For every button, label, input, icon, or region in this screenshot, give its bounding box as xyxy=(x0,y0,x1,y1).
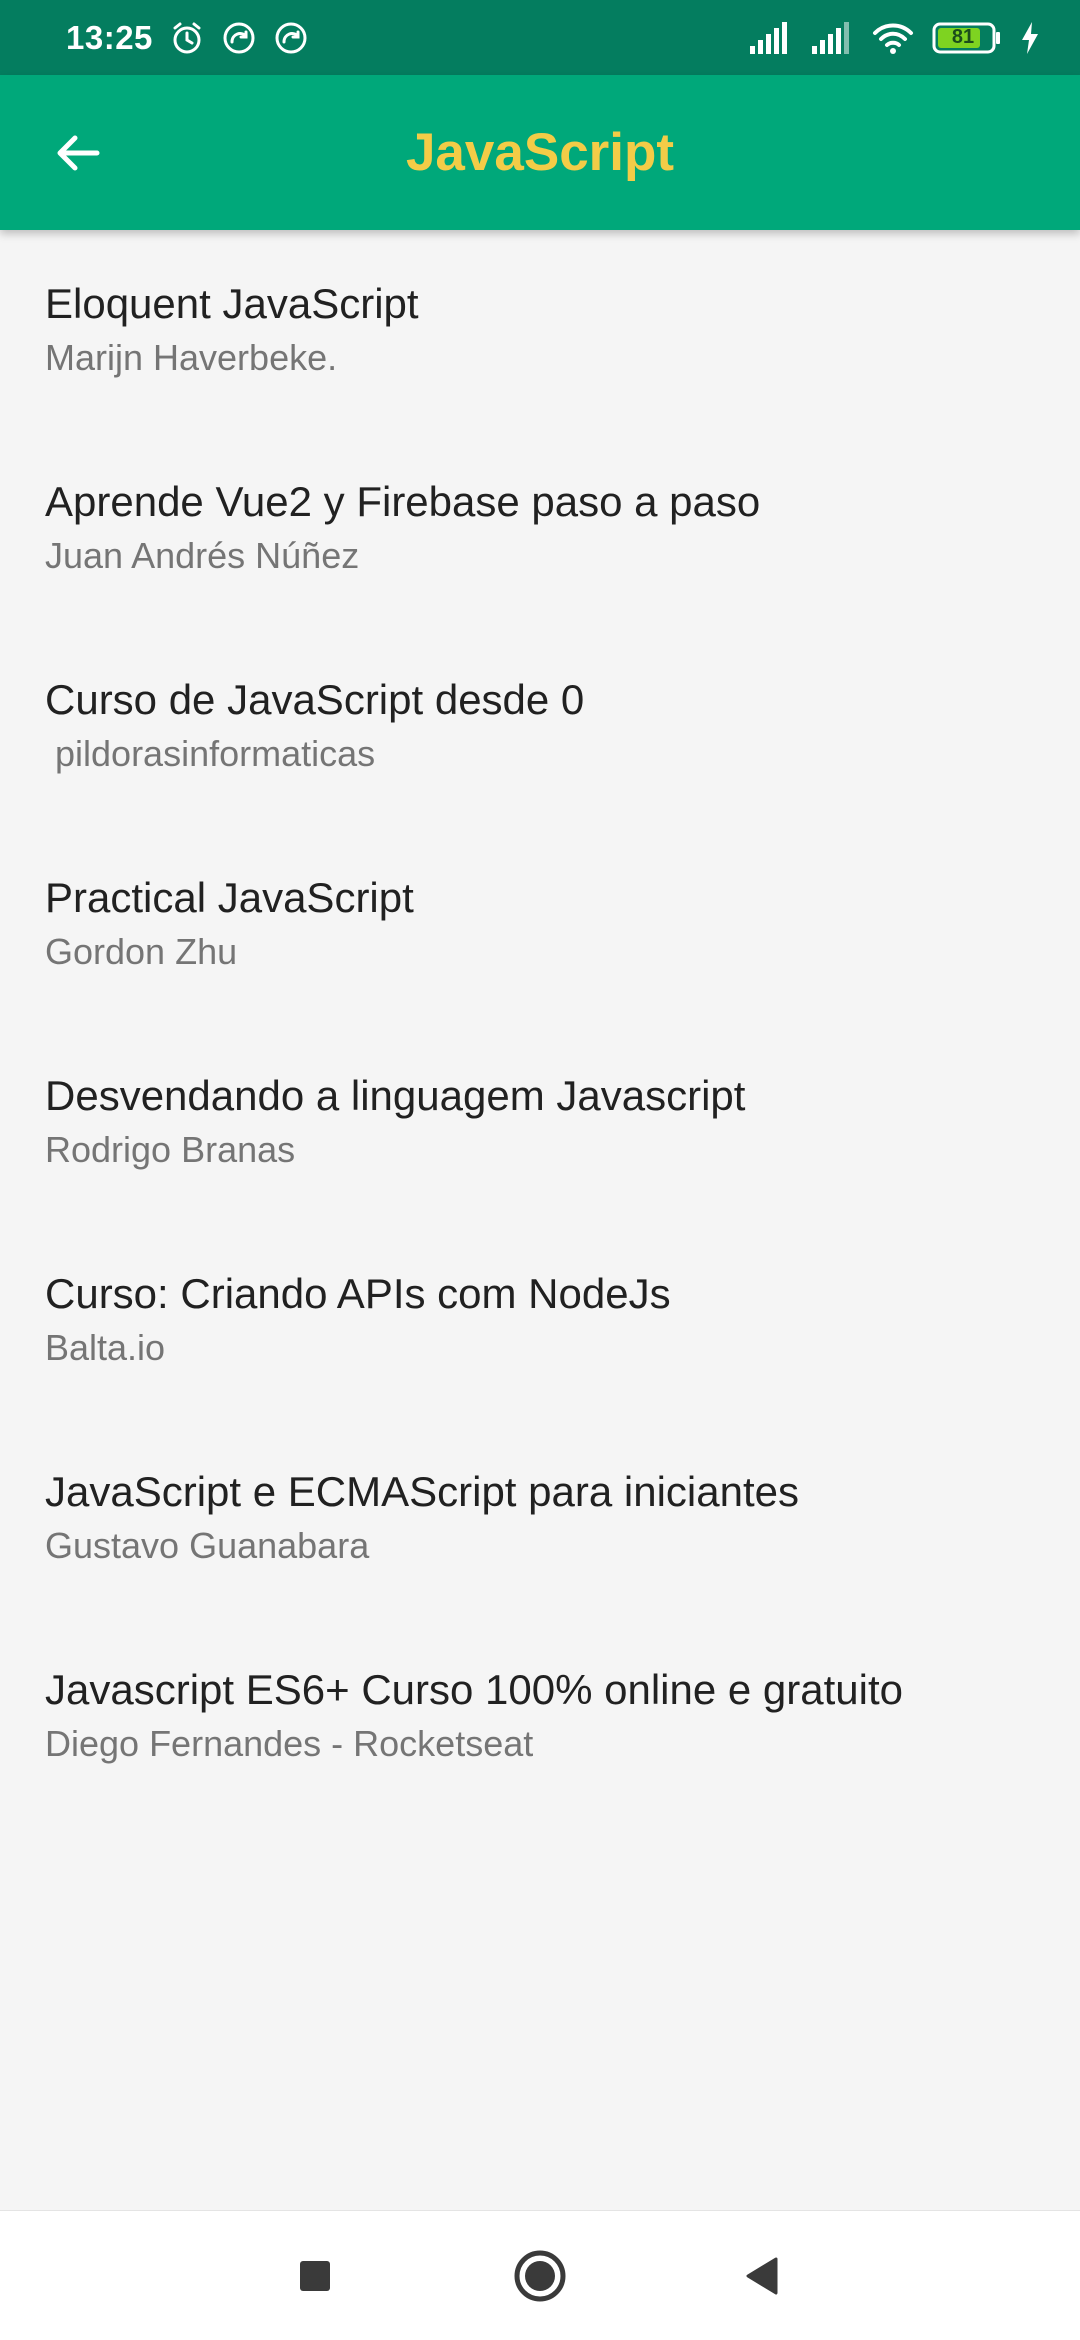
home-button[interactable] xyxy=(505,2241,575,2311)
list-item[interactable]: Javascript ES6+ Curso 100% online e grat… xyxy=(0,1616,1080,1814)
back-triangle-icon xyxy=(742,2256,782,2296)
list-item[interactable]: JavaScript e ECMAScript para iniciantes … xyxy=(0,1418,1080,1616)
status-bar: 13:25 81 xyxy=(0,0,1080,75)
alarm-icon xyxy=(169,20,205,56)
status-time: 13:25 xyxy=(66,18,153,56)
home-circle-icon xyxy=(512,2248,568,2304)
sync-icon xyxy=(221,20,257,56)
course-author: pildorasinformaticas xyxy=(45,733,376,774)
page-title: JavaScript xyxy=(405,123,675,182)
back-nav-button[interactable] xyxy=(727,2241,797,2311)
list-item[interactable]: Aprende Vue2 y Firebase paso a paso Juan… xyxy=(0,428,1080,626)
course-author: Gustavo Guanabara xyxy=(45,1525,370,1566)
wifi-icon xyxy=(872,21,914,55)
arrow-back-icon xyxy=(53,128,103,178)
course-title: Aprende Vue2 y Firebase paso a paso xyxy=(45,478,761,525)
course-title: Curso: Criando APIs com NodeJs xyxy=(45,1270,671,1317)
list-item[interactable]: Curso de JavaScript desde 0 pildorasinfo… xyxy=(0,626,1080,824)
course-title: Practical JavaScript xyxy=(45,874,414,921)
course-author: Marijn Haverbeke. xyxy=(45,337,338,378)
list-item[interactable]: Eloquent JavaScript Marijn Haverbeke. xyxy=(0,230,1080,428)
course-author: Gordon Zhu xyxy=(45,931,238,972)
course-title: Desvendando a linguagem Javascript xyxy=(45,1072,746,1119)
system-nav-bar xyxy=(0,2210,1080,2340)
battery-level: 81 xyxy=(951,26,975,48)
signal-icon xyxy=(810,21,854,54)
status-left: 13:25 xyxy=(66,19,309,57)
recents-button[interactable] xyxy=(280,2241,350,2311)
course-title: JavaScript e ECMAScript para iniciantes xyxy=(45,1468,799,1515)
back-button[interactable] xyxy=(40,115,116,191)
course-author: Diego Fernandes - Rocketseat xyxy=(45,1723,534,1764)
course-author: Juan Andrés Núñez xyxy=(45,535,360,576)
signal-icon xyxy=(748,21,792,54)
recents-square-icon xyxy=(298,2259,332,2293)
course-author: Rodrigo Branas xyxy=(45,1129,296,1170)
battery-icon: 81 xyxy=(932,21,1002,55)
course-title: Eloquent JavaScript xyxy=(45,280,419,327)
sync-icon xyxy=(273,20,309,56)
course-title: Javascript ES6+ Curso 100% online e grat… xyxy=(45,1666,903,1713)
status-right: 81 xyxy=(748,21,1040,55)
course-title: Curso de JavaScript desde 0 xyxy=(45,676,585,723)
charging-icon xyxy=(1020,21,1040,54)
list-item[interactable]: Desvendando a linguagem Javascript Rodri… xyxy=(0,1022,1080,1220)
app-bar: JavaScript xyxy=(0,75,1080,230)
list-item[interactable]: Practical JavaScript Gordon Zhu xyxy=(0,824,1080,1022)
course-author: Balta.io xyxy=(45,1327,166,1368)
course-list: Eloquent JavaScript Marijn Haverbeke. Ap… xyxy=(0,230,1080,1814)
list-item[interactable]: Curso: Criando APIs com NodeJs Balta.io xyxy=(0,1220,1080,1418)
